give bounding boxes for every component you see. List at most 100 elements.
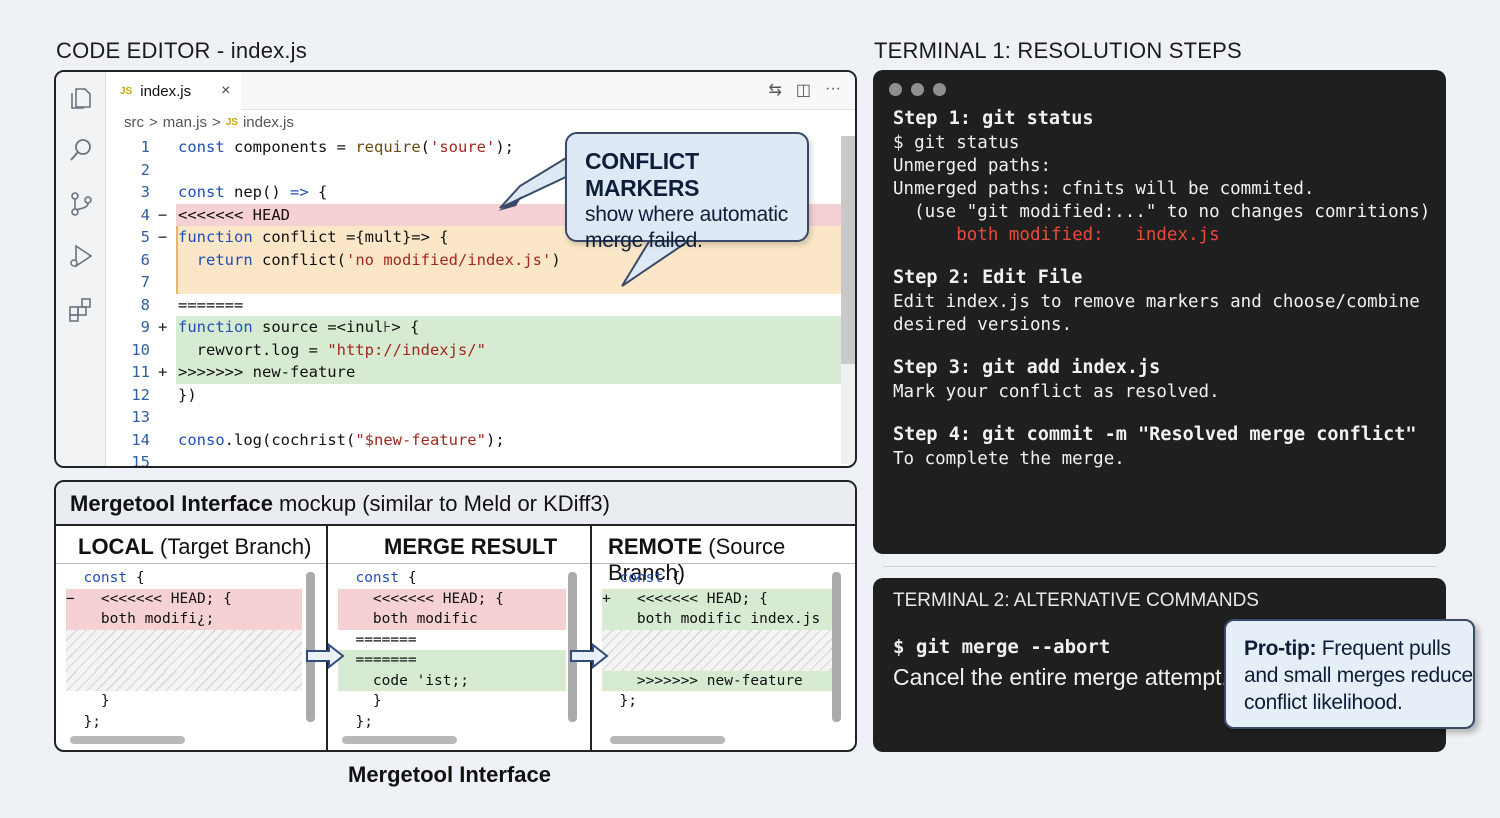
remote-vscrollbar[interactable] [832,572,841,722]
diff-line [602,629,835,650]
terminal-line: Edit index.js to remove markers and choo… [893,292,1420,312]
step-3-title: Step 3: git add index.js [893,357,1161,378]
code-text: conso.log(cochrist("$new-feature"); [178,429,505,452]
source-control-icon[interactable] [67,190,95,218]
code-token: ); [495,138,514,156]
search-icon[interactable] [67,136,95,164]
code-token: }) [178,385,197,404]
tab-label: index.js [140,82,192,100]
diff-line: ======= [338,650,566,671]
code-token: require [355,138,421,156]
remote-hscrollbar[interactable] [610,736,725,744]
code-line[interactable]: 15 [106,451,841,468]
split-editor-icon[interactable]: ◫ [796,80,811,100]
diff-line: const { [619,570,681,586]
terminal-line: To complete the merge. [893,449,1125,469]
callout-line: show where automatic [585,203,788,226]
diff-line: }; [338,713,373,730]
terminal-1[interactable]: Step 1: git status $ git status Unmerged… [873,70,1446,554]
code-line[interactable]: 10 rewvort.log = "http://indexjs/" [106,338,841,362]
code-line[interactable]: 14 conso.log(cochrist("$new-feature"); [106,429,841,452]
merge-code[interactable]: const { <<<<<<< HEAD; { both modific ===… [338,568,566,732]
local-hscrollbar[interactable] [70,736,185,744]
close-icon[interactable]: × [221,82,230,100]
tab-index-js[interactable]: JS index.js × [106,72,241,110]
local-pane-title: LOCAL (Target Branch) [56,526,326,564]
terminal-line: Unmerged paths: [893,156,1052,176]
mergetool-caption: Mergetool Interface [348,762,551,787]
breadcrumb-folder[interactable]: src [124,114,144,131]
chevron-right-icon: > [149,114,158,131]
diff-line: ======= [338,631,417,648]
line-number: 11 [131,363,150,381]
compare-icon[interactable]: ⇆ [768,80,781,100]
files-icon[interactable] [67,84,95,112]
code-token: source =<inul⊦> { [252,318,420,336]
diff-line: <<<<<<< HEAD; { [338,588,566,609]
maximize-dot-icon[interactable] [933,83,946,96]
diff-line: } [338,693,382,709]
line-number: 12 [131,385,150,404]
terminal1-section-title: TERMINAL 1: RESOLUTION STEPS [874,38,1242,63]
line-number: 15 [131,453,150,468]
scrollbar-thumb[interactable] [841,136,855,364]
code-token: conflict( [252,250,346,269]
code-token: const [83,570,128,586]
code-token: 'soure' [430,138,496,156]
js-file-icon: JS [225,117,238,128]
local-code[interactable]: const {− <<<<<<< HEAD; { both modifi¿; }… [66,568,302,732]
code-line[interactable]: 13 [106,406,841,429]
code-token: const [355,570,400,586]
code-line[interactable]: 7 [106,271,841,294]
extensions-icon[interactable] [67,296,95,324]
gutter-marker: + [158,363,168,381]
terminal2-description: Cancel the entire merge attempt. [893,664,1228,690]
code-token: function [178,228,253,246]
conflict-markers-callout: CONFLICT MARKERS show where automatic me… [565,132,809,252]
editor-scrollbar[interactable] [841,136,855,464]
code-text: const components = require('soure'); [178,136,514,159]
gutter-marker: + [158,318,168,336]
more-icon[interactable]: ··· [825,80,841,100]
line-number: 2 [140,160,150,179]
code-text: rewvort.log = "http://indexjs/" [178,339,486,362]
code-line[interactable]: 8 ======= [106,294,841,317]
breadcrumb-file[interactable]: man.js [163,114,207,131]
diff-line: } [66,693,110,709]
line-number: 3 [140,183,150,201]
code-line[interactable]: 11 + >>>>>>> new-feature [106,361,841,384]
line-number: 1 [140,138,150,156]
tab-bar: JS index.js × ⇆ ◫ ··· [106,72,855,110]
code-text: <<<<<<< HEAD [178,204,290,227]
diff-line: both modifi¿; [66,609,302,630]
pro-tip-callout: Pro-tip: Frequent pulls and small merges… [1224,619,1475,729]
run-debug-icon[interactable] [67,242,95,270]
close-dot-icon[interactable] [889,83,902,96]
remote-code[interactable]: const {+ <<<<<<< HEAD; { both modific in… [602,568,835,712]
diff-line: >>>>>>> new-feature [602,670,835,691]
terminal2-title: TERMINAL 2: ALTERNATIVE COMMANDS [893,590,1259,611]
local-pane: LOCAL (Target Branch) const {− <<<<<<< H… [56,526,328,750]
merge-hscrollbar[interactable] [342,736,457,744]
remote-pane-title: REMOTE (Source Branch) [592,526,855,585]
code-text: ======= [178,294,243,317]
terminal2-command: $ git merge --abort [893,636,1111,658]
code-token: "$new-feature" [355,430,486,449]
code-line[interactable]: 12}) [106,384,841,407]
diff-line [602,650,835,671]
pane-title-bold: REMOTE [608,534,703,559]
code-line[interactable]: 9 + function source =<inul⊦> { [106,316,841,339]
callout-line: merge failed. [585,229,703,252]
code-editor: JS index.js × ⇆ ◫ ··· src > man.js > JS … [54,70,857,468]
code-text: return conflict('no modified/index.js') [178,249,561,272]
minimize-dot-icon[interactable] [911,83,924,96]
remote-pane: REMOTE (Source Branch) const {+ <<<<<<< … [592,526,855,750]
breadcrumb-file[interactable]: index.js [243,114,294,131]
line-number: 8 [140,295,150,314]
terminal-line: desired versions. [893,315,1073,335]
pane-title-rest: (Target Branch) [153,534,312,559]
code-token: <<<<<<< HEAD [178,205,290,224]
callout-body: show where automatic merge failed. [585,202,807,254]
breadcrumb: src > man.js > JS index.js [124,114,294,131]
pane-title-bold: LOCAL [78,534,154,559]
